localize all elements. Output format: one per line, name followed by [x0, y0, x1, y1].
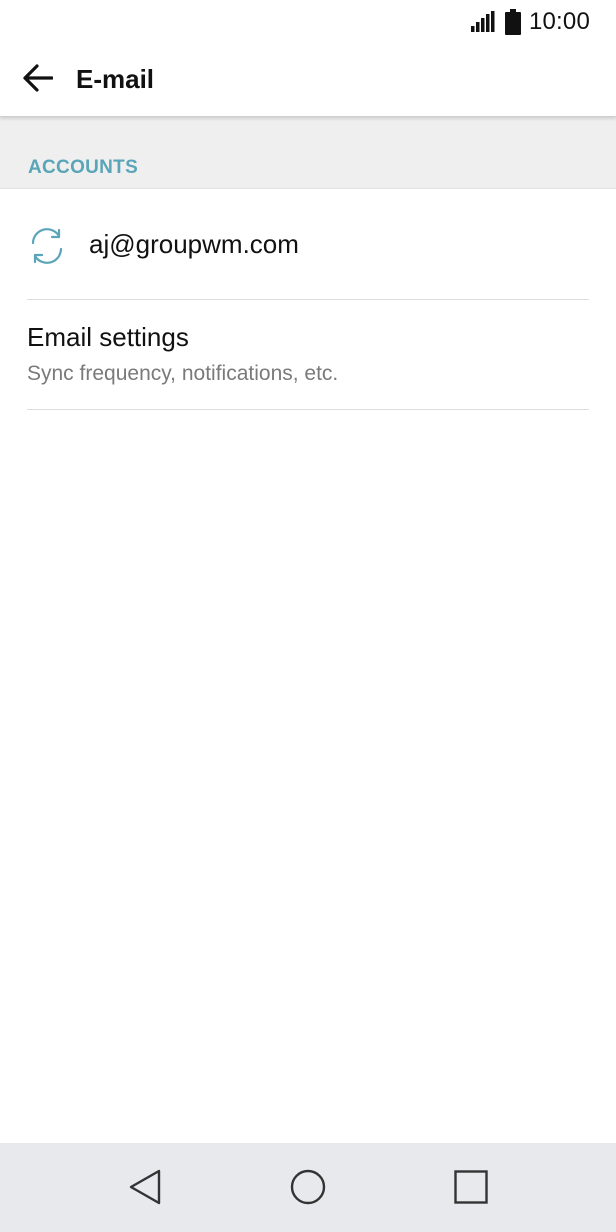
settings-subtitle: Sync frequency, notifications, etc.: [27, 362, 339, 385]
nav-back-icon: [128, 1169, 162, 1210]
status-bar: 10:00: [0, 0, 616, 44]
page-title: E-mail: [76, 64, 155, 94]
divider: [27, 409, 589, 410]
account-email: aj@groupwm.com: [89, 229, 299, 259]
nav-back-button[interactable]: [121, 1165, 169, 1213]
email-settings-item[interactable]: Email settings Sync frequency, notificat…: [0, 300, 616, 409]
settings-title: Email settings: [27, 322, 189, 352]
signal-icon: [470, 11, 497, 33]
navigation-bar: [0, 1143, 616, 1232]
nav-home-button[interactable]: [284, 1165, 332, 1213]
sync-icon: [28, 227, 66, 265]
nav-recents-button[interactable]: [447, 1165, 495, 1213]
status-time: 10:00: [528, 8, 590, 35]
nav-home-icon: [290, 1169, 326, 1210]
back-button[interactable]: [14, 56, 62, 104]
nav-recents-icon: [454, 1169, 488, 1209]
arrow-back-icon: [23, 63, 54, 97]
app-bar: E-mail: [0, 44, 616, 117]
accounts-section-header: ACCOUNTS: [0, 117, 616, 189]
section-label: ACCOUNTS: [28, 157, 139, 178]
status-indicators: 10:00: [470, 6, 590, 38]
battery-icon: [504, 9, 521, 35]
account-item[interactable]: aj@groupwm.com: [0, 189, 616, 299]
